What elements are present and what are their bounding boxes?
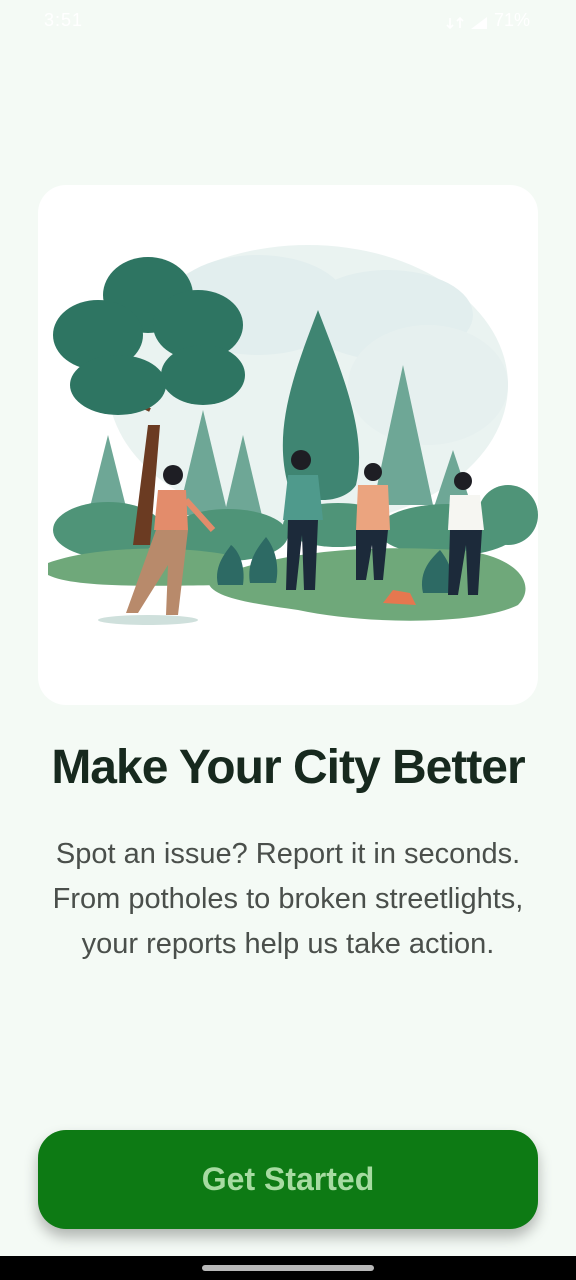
status-time: 3:51 [44,10,84,30]
illustration-card [38,185,538,705]
onboarding-description: Spot an issue? Report it in seconds. Fro… [52,838,524,960]
battery-percentage: 71% [493,10,530,30]
get-started-button[interactable]: Get Started [38,1130,538,1229]
park-cleanup-illustration [48,245,538,625]
status-bar: 3:51 71% [0,0,576,42]
home-gesture-handle[interactable] [202,1265,374,1271]
data-icon [446,14,464,29]
onboarding-title: Make Your City Better [51,741,525,794]
status-icons: 71% [446,10,530,31]
signal-icon [470,14,488,29]
